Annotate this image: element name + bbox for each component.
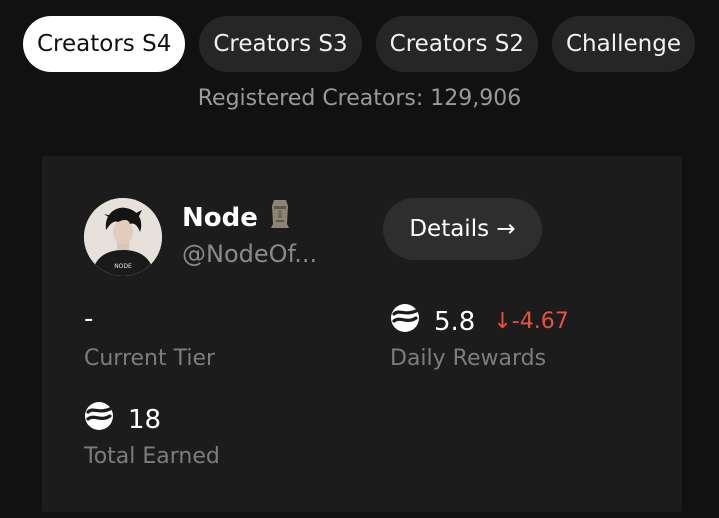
creator-name: Node: [182, 198, 292, 237]
creator-card: NODE Node @NodeOf... Details → - Current…: [42, 156, 682, 512]
total-earned-label: Total Earned: [84, 444, 220, 469]
page: Creators S4 Creators S3 Creators S2 Chal…: [0, 0, 719, 518]
current-tier-label: Current Tier: [84, 346, 216, 371]
current-tier-value: -: [84, 304, 94, 334]
tab-creators-s3[interactable]: Creators S3: [199, 16, 362, 72]
creator-name-text: Node: [182, 202, 258, 233]
tab-creators-s2[interactable]: Creators S2: [375, 16, 538, 72]
daily-rewards-label: Daily Rewards: [390, 346, 547, 371]
moai-icon: [268, 198, 292, 237]
details-button[interactable]: Details →: [383, 198, 542, 260]
creator-handle: @NodeOf...: [182, 240, 318, 268]
tab-challenge[interactable]: Challenge: [551, 16, 695, 72]
total-earned-value: 18: [84, 401, 161, 438]
daily-rewards-value: 5.8 ↓-4.67: [390, 303, 569, 340]
daily-rewards-amount: 5.8: [434, 306, 476, 337]
total-earned-amount: 18: [128, 404, 162, 435]
tab-creators-s4[interactable]: Creators S4: [23, 16, 186, 72]
svg-text:NODE: NODE: [114, 263, 132, 270]
daily-rewards-delta: ↓-4.67: [493, 309, 569, 334]
token-icon: [84, 401, 114, 438]
token-icon: [390, 303, 420, 340]
season-tabs: Creators S4 Creators S3 Creators S2 Chal…: [23, 16, 695, 72]
avatar[interactable]: NODE: [84, 198, 162, 276]
registered-creators-count: Registered Creators: 129,906: [197, 86, 522, 111]
